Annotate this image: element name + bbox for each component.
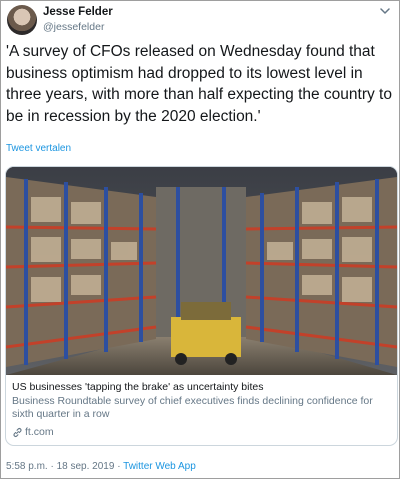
translate-tweet-link[interactable]: Tweet vertalen (6, 143, 71, 154)
tweet-meta: 5:58 p.m. · 18 sep. 2019 · Twitter Web A… (6, 461, 196, 472)
tweet-container: Jesse Felder @jessefelder 'A survey of C… (0, 0, 400, 479)
author-handle[interactable]: @jessefelder (43, 21, 104, 33)
card-description: Business Roundtable survey of chief exec… (12, 395, 373, 420)
card-title[interactable]: US businesses 'tapping the brake' as unc… (12, 381, 264, 393)
card-domain-text: ft.com (25, 426, 54, 438)
avatar[interactable] (7, 5, 37, 35)
link-card[interactable]: US businesses 'tapping the brake' as unc… (5, 166, 398, 446)
chevron-down-icon[interactable] (379, 5, 391, 17)
card-domain[interactable]: ft.com (12, 426, 54, 438)
source-app-link[interactable]: Twitter Web App (123, 461, 196, 472)
tweet-text: 'A survey of CFOs released on Wednesday … (6, 43, 392, 125)
link-icon (13, 427, 22, 437)
tweet-time[interactable]: 5:58 p.m. (6, 461, 48, 472)
meta-separator: · (47, 461, 57, 472)
warehouse-photo[interactable] (6, 167, 397, 375)
tweet-date[interactable]: 18 sep. 2019 (57, 461, 115, 472)
author-name[interactable]: Jesse Felder (43, 6, 113, 18)
meta-separator-2: · (114, 461, 124, 472)
